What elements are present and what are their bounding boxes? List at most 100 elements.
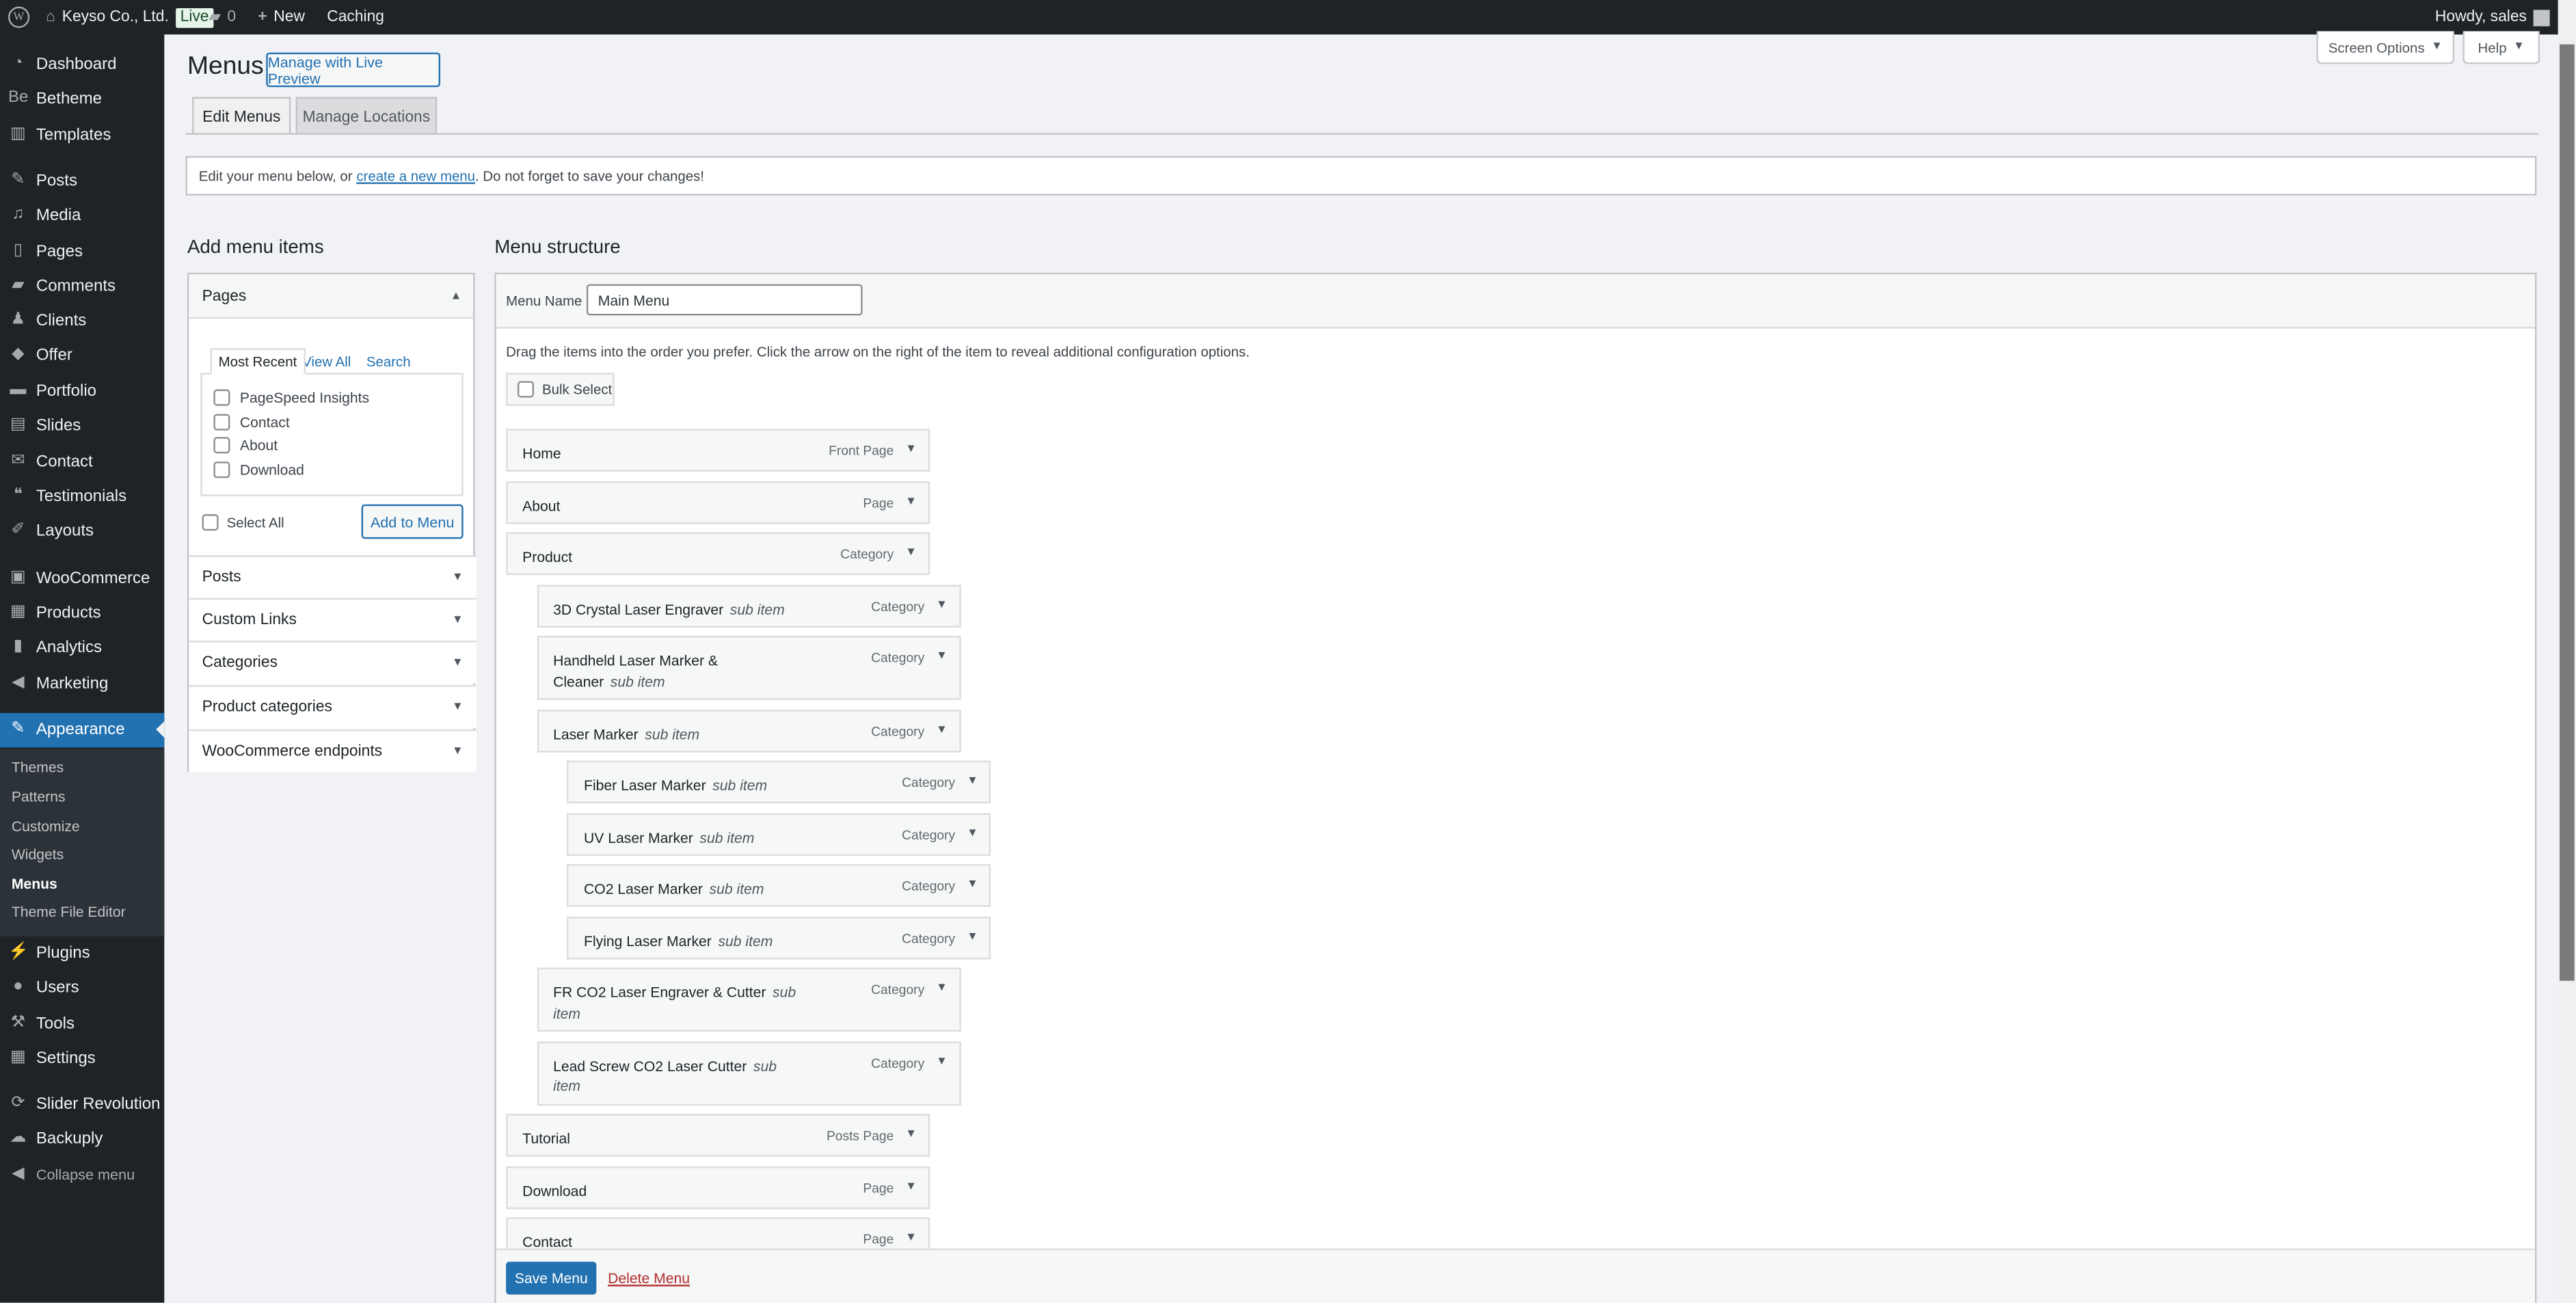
submenu-item-customize[interactable]: Customize bbox=[12, 818, 80, 834]
accordion-custom-links[interactable]: Custom Links ▼ bbox=[189, 597, 477, 641]
user-account-link[interactable]: Howdy, sales bbox=[2435, 0, 2550, 34]
submenu-item-menus[interactable]: Menus bbox=[12, 875, 57, 891]
expand-arrow-icon[interactable]: ▼ bbox=[936, 982, 948, 994]
expand-arrow-icon[interactable]: ▼ bbox=[967, 775, 978, 787]
menu-item[interactable]: Download Page ▼ bbox=[506, 1165, 930, 1209]
sidebar-item-slider-revolution[interactable]: ⟳ Slider Revolution bbox=[0, 1087, 164, 1121]
menu-item[interactable]: 3D Crystal Laser Engraver sub item Categor… bbox=[537, 584, 961, 627]
menu-item[interactable]: About Page ▼ bbox=[506, 480, 930, 524]
page-checkbox[interactable]: Contact bbox=[213, 414, 290, 431]
manage-live-preview-button[interactable]: Manage with Live Preview bbox=[266, 52, 441, 88]
submenu-item-themes[interactable]: Themes bbox=[12, 758, 64, 775]
sidebar-item-pages[interactable]: ▯ Pages bbox=[0, 234, 164, 268]
select-all-checkbox[interactable]: Select All bbox=[202, 514, 284, 531]
bulk-select-button[interactable]: Bulk Select bbox=[506, 373, 615, 406]
sidebar-item-testimonials[interactable]: ❝ Testimonials bbox=[0, 479, 164, 513]
sidebar-item-products[interactable]: ▦ Products bbox=[0, 595, 164, 630]
menu-item-type: Page bbox=[863, 1180, 894, 1196]
menu-item[interactable]: Contact Page ▼ bbox=[506, 1217, 930, 1249]
site-name-link[interactable]: ⌂ Keyso Co., Ltd. Live bbox=[46, 0, 214, 34]
expand-arrow-icon[interactable]: ▼ bbox=[905, 1129, 917, 1140]
sidebar-item-media[interactable]: ♫ Media bbox=[0, 198, 164, 232]
submenu-item-widgets[interactable]: Widgets bbox=[12, 845, 64, 861]
menu-item[interactable]: UV Laser Marker sub item Category ▼ bbox=[567, 812, 992, 855]
expand-arrow-icon[interactable]: ▼ bbox=[905, 444, 917, 455]
chart-icon: ▮ bbox=[13, 637, 23, 656]
page-checkbox[interactable]: Download bbox=[213, 461, 304, 479]
menu-item[interactable]: Laser Marker sub item Category ▼ bbox=[537, 708, 961, 752]
expand-arrow-icon[interactable]: ▼ bbox=[905, 1232, 917, 1244]
tab-search[interactable]: Search bbox=[366, 350, 411, 373]
expand-arrow-icon[interactable]: ▼ bbox=[936, 724, 948, 736]
menu-item[interactable]: Tutorial Posts Page ▼ bbox=[506, 1114, 930, 1157]
expand-arrow-icon[interactable]: ▼ bbox=[967, 930, 978, 942]
pages-accordion-header[interactable]: Pages ▲ bbox=[189, 274, 474, 319]
sidebar-item-marketing[interactable]: ◀ Marketing bbox=[0, 666, 164, 700]
sidebar-item-appearance[interactable]: ✎ Appearance bbox=[0, 712, 165, 747]
sidebar-item-offer[interactable]: ◆ Offer bbox=[0, 338, 164, 372]
expand-arrow-icon[interactable]: ▼ bbox=[905, 1181, 917, 1192]
expand-arrow-icon[interactable]: ▼ bbox=[936, 1056, 948, 1067]
tab-edit-menus[interactable]: Edit Menus bbox=[192, 96, 291, 135]
sidebar-item-tools[interactable]: ⚒ Tools bbox=[0, 1006, 164, 1040]
menu-item[interactable]: CO2 Laser Marker sub item Category ▼ bbox=[567, 864, 992, 907]
expand-arrow-icon[interactable]: ▼ bbox=[905, 496, 917, 507]
sidebar-item-analytics[interactable]: ▮ Analytics bbox=[0, 630, 164, 664]
accordion-woocommerce-endpoints[interactable]: WooCommerce endpoints ▼ bbox=[189, 729, 477, 773]
submenu-item-patterns[interactable]: Patterns bbox=[12, 788, 66, 804]
sidebar-item-portfolio[interactable]: ▬ Portfolio bbox=[0, 374, 164, 408]
expand-arrow-icon[interactable]: ▼ bbox=[936, 651, 948, 662]
accordion-categories[interactable]: Categories ▼ bbox=[189, 641, 477, 684]
sidebar-item-clients[interactable]: ♟ Clients bbox=[0, 303, 164, 337]
submenu-item-theme-file-editor[interactable]: Theme File Editor bbox=[12, 903, 126, 919]
expand-arrow-icon[interactable]: ▼ bbox=[967, 827, 978, 839]
screen-options-button[interactable]: Screen Options ▼ bbox=[2316, 31, 2455, 64]
tab-manage-locations[interactable]: Manage Locations bbox=[295, 96, 438, 135]
sidebar-item-plugins[interactable]: ⚡ Plugins bbox=[0, 936, 164, 970]
scrollbar-thumb[interactable] bbox=[2560, 44, 2575, 981]
caching-link[interactable]: Caching bbox=[327, 0, 384, 34]
menu-item[interactable]: Handheld Laser Marker & Cleaner sub item C… bbox=[537, 635, 961, 700]
tab-view-all[interactable]: View All bbox=[302, 350, 351, 373]
sidebar-item-backuply[interactable]: ☁ Backuply bbox=[0, 1121, 164, 1155]
menu-name-input[interactable] bbox=[586, 284, 863, 316]
sidebar-item-settings[interactable]: ▦ Settings bbox=[0, 1040, 164, 1075]
create-new-menu-link[interactable]: create a new menu bbox=[356, 167, 475, 184]
help-button[interactable]: Help ▼ bbox=[2463, 31, 2540, 64]
menu-item[interactable]: Fiber Laser Marker sub item Category ▼ bbox=[567, 760, 992, 804]
sidebar-item-slides[interactable]: ▤ Slides bbox=[0, 408, 164, 442]
tabs-divider bbox=[185, 133, 2538, 135]
sidebar-item-betheme[interactable]: Be Betheme bbox=[0, 81, 164, 116]
menu-item[interactable]: FR CO2 Laser Engraver & Cutter sub item Ca… bbox=[537, 967, 961, 1032]
tab-most-recent[interactable]: Most Recent bbox=[210, 348, 306, 375]
wordpress-logo-icon[interactable]: W bbox=[8, 0, 30, 34]
menu-item[interactable]: Product Category ▼ bbox=[506, 532, 930, 576]
save-menu-button[interactable]: Save Menu bbox=[506, 1261, 597, 1295]
new-content-link[interactable]: + New bbox=[258, 0, 305, 34]
expand-arrow-icon[interactable]: ▼ bbox=[905, 547, 917, 559]
page-checkbox[interactable]: PageSpeed Insights bbox=[213, 389, 369, 406]
sidebar-item-dashboard[interactable]: ◔ Dashboard bbox=[0, 46, 164, 81]
accordion-product-categories[interactable]: Product categories ▼ bbox=[189, 685, 477, 728]
sidebar-item-layouts[interactable]: ✐ Layouts bbox=[0, 513, 164, 548]
sidebar-item-contact[interactable]: ✉ Contact bbox=[0, 444, 164, 479]
menu-item[interactable]: Lead Screw CO2 Laser Cutter sub item Categ… bbox=[537, 1040, 961, 1105]
add-to-menu-button[interactable]: Add to Menu bbox=[361, 504, 464, 539]
sidebar-item-comments[interactable]: ▰ Comments bbox=[0, 269, 164, 303]
sidebar-item-posts[interactable]: ✎ Posts bbox=[0, 163, 164, 198]
sidebar-item-woocommerce[interactable]: ▣ WooCommerce bbox=[0, 561, 164, 595]
collapse-menu-button[interactable]: ◀ Collapse menu bbox=[0, 1157, 164, 1192]
sidebar-item-users[interactable]: ● Users bbox=[0, 970, 164, 1004]
menu-item-title: FR CO2 Laser Engraver & Cutter bbox=[553, 984, 766, 1001]
menu-item[interactable]: Flying Laser Marker sub item Category ▼ bbox=[567, 915, 992, 959]
page-checkbox[interactable]: About bbox=[213, 437, 278, 454]
delete-menu-link[interactable]: Delete Menu bbox=[608, 1270, 690, 1287]
caret-down-icon: ▼ bbox=[452, 572, 464, 584]
sidebar-item-templates[interactable]: ▥ Templates bbox=[0, 118, 164, 152]
menu-item[interactable]: Home Front Page ▼ bbox=[506, 429, 930, 472]
page-scrollbar[interactable] bbox=[2558, 0, 2576, 1303]
accordion-posts[interactable]: Posts ▼ bbox=[189, 555, 477, 598]
expand-arrow-icon[interactable]: ▼ bbox=[967, 879, 978, 891]
expand-arrow-icon[interactable]: ▼ bbox=[936, 599, 948, 610]
comments-link[interactable]: ▰ 0 bbox=[209, 0, 236, 34]
